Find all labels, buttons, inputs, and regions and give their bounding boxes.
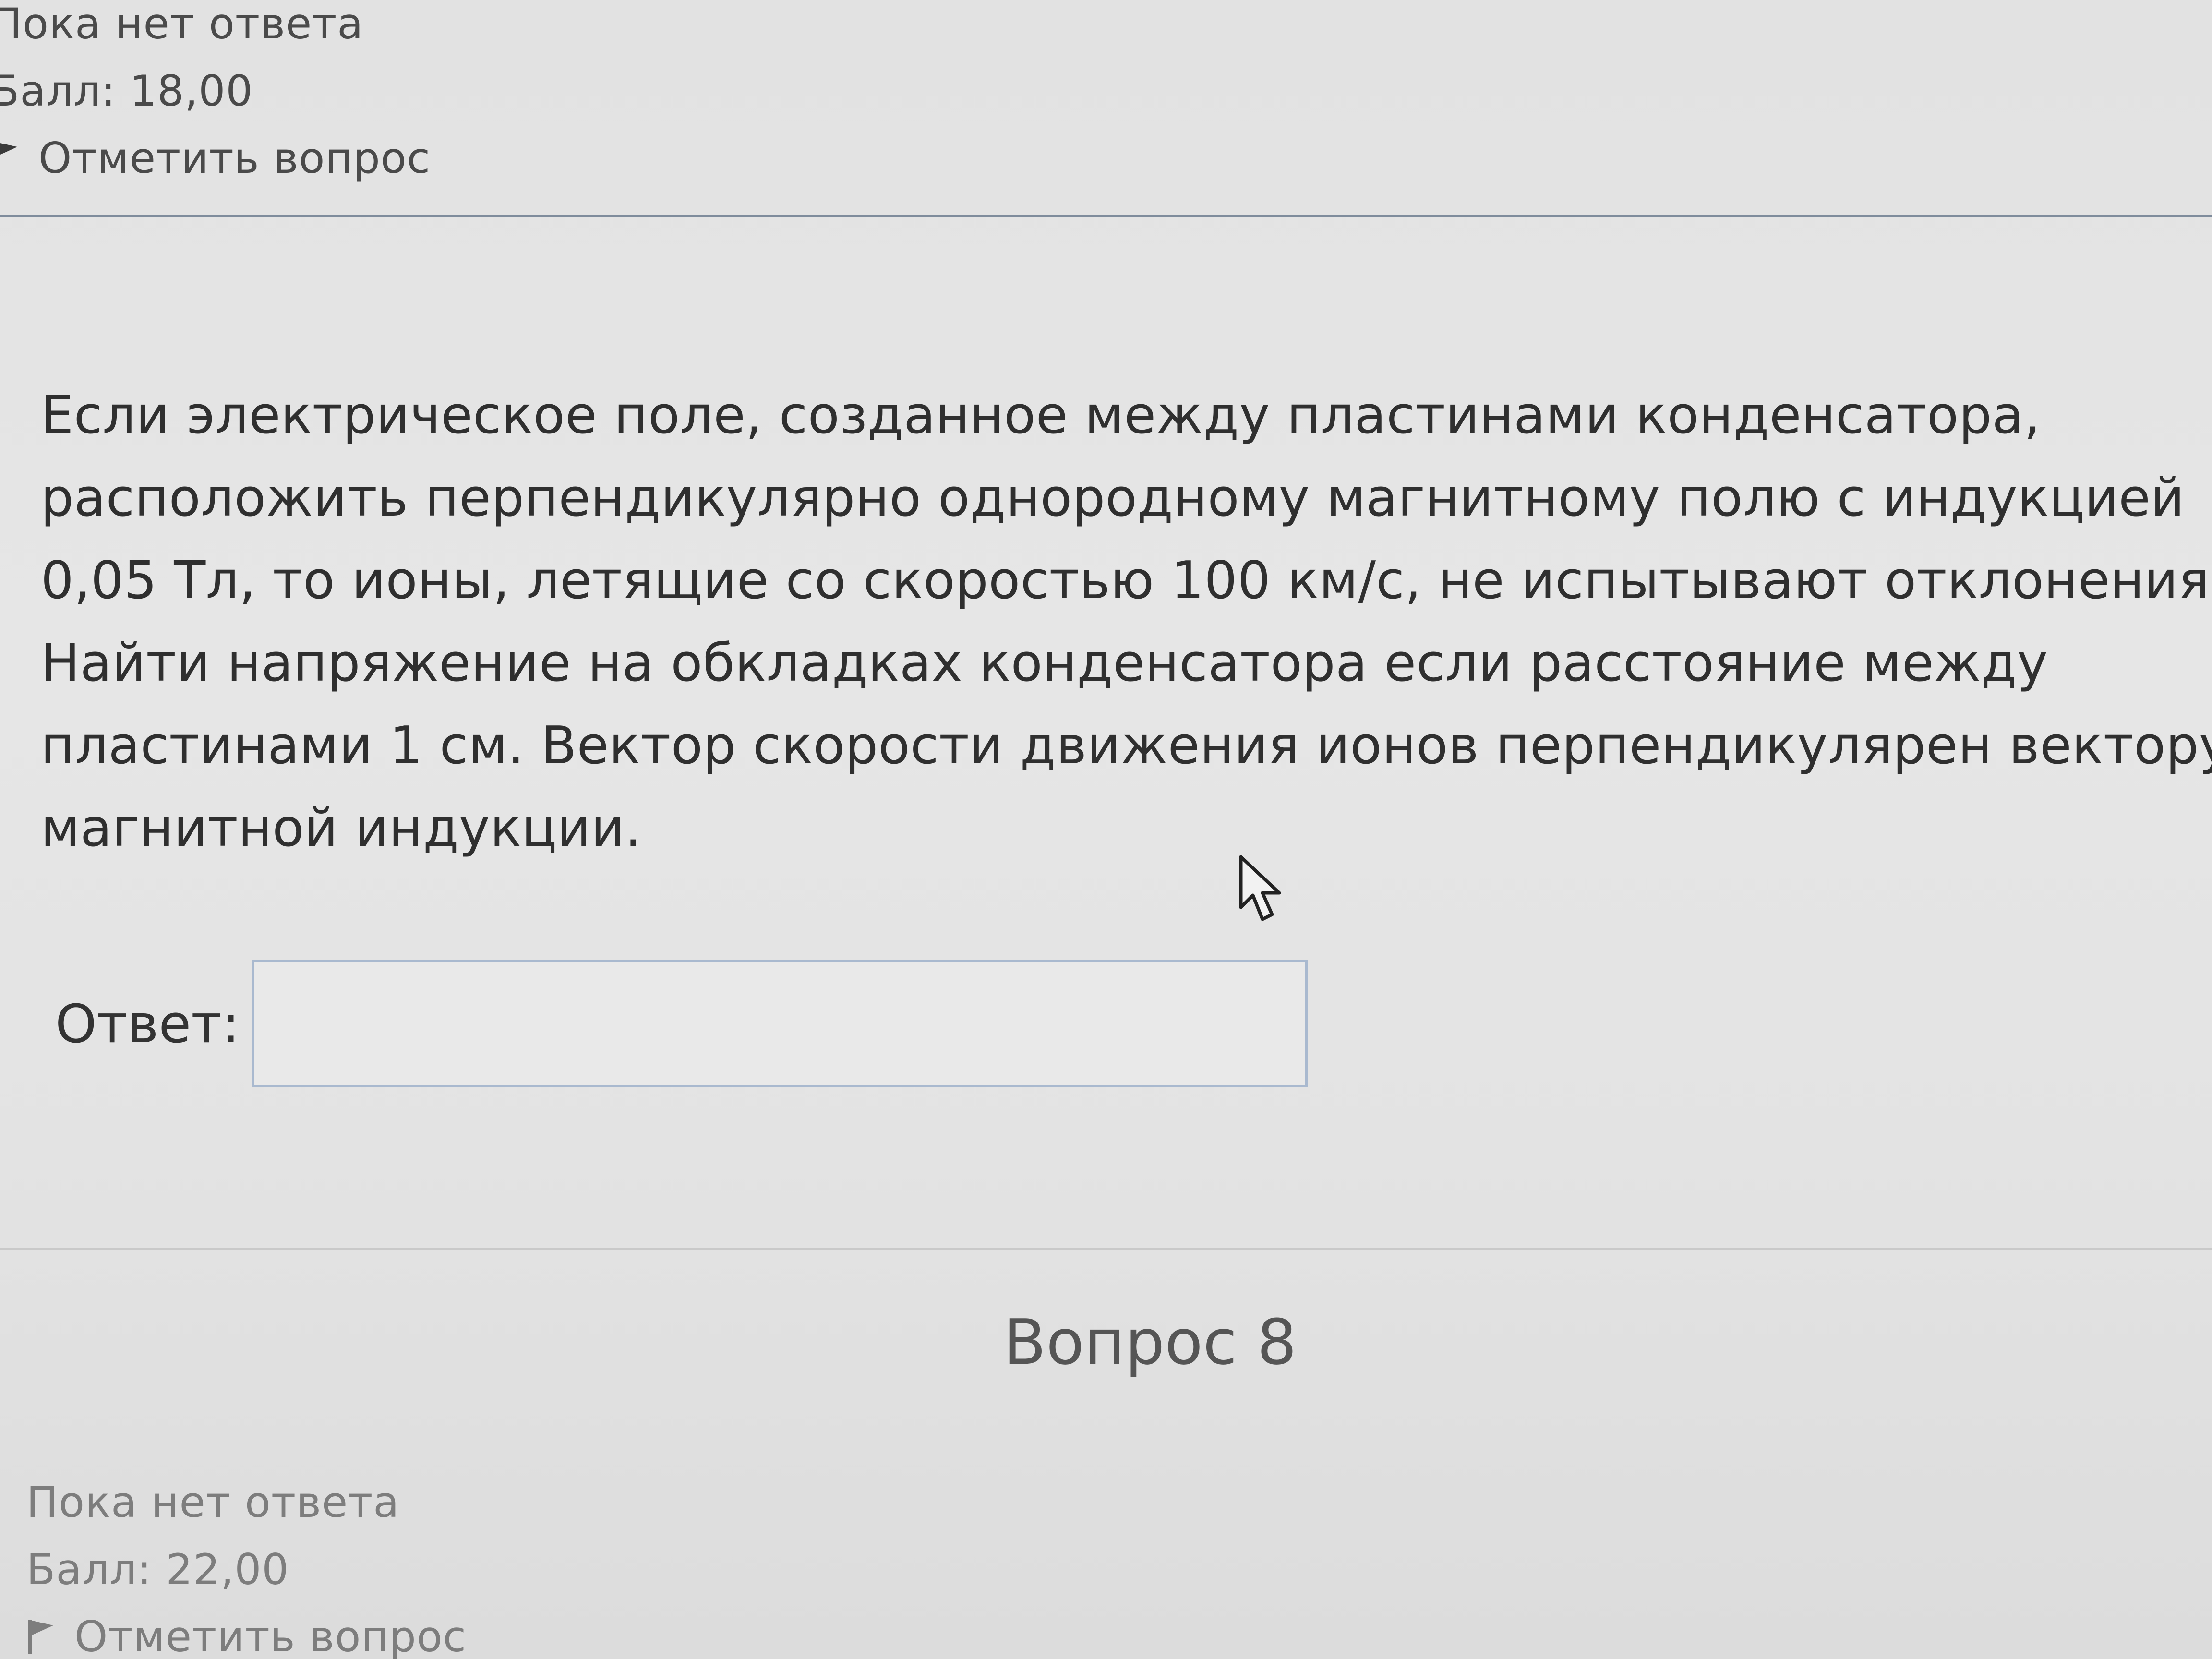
answer-label: Ответ: bbox=[55, 993, 240, 1055]
answer-status: Пока нет ответа bbox=[0, 0, 364, 48]
question-line: пластинами 1 см. Вектор скорости движени… bbox=[41, 716, 2212, 776]
question-line: магнитной индукции. bbox=[41, 798, 642, 858]
flag-icon bbox=[0, 139, 19, 178]
question-info-bottom: Пока нет ответа Балл: 22,00 Отметить воп… bbox=[26, 1469, 467, 1659]
question-info-top: Пока нет ответа Балл: 18,00 Отметить воп… bbox=[0, 0, 431, 192]
mouse-pointer-icon bbox=[1238, 854, 1291, 928]
flag-icon bbox=[26, 1618, 55, 1656]
question-line: Если электрическое поле, созданное между… bbox=[41, 385, 2041, 445]
question-line: Найти напряжение на обкладках конденсато… bbox=[41, 633, 2048, 693]
answer-row: Ответ: bbox=[55, 960, 1308, 1087]
question-score: Балл: 22,00 bbox=[26, 1545, 289, 1594]
question-score: Балл: 18,00 bbox=[0, 66, 253, 116]
flag-question-link[interactable]: Отметить вопрос bbox=[0, 125, 431, 192]
question-line: расположить перпендикулярно однородному … bbox=[41, 468, 2185, 528]
quiz-page: Пока нет ответа Балл: 18,00 Отметить воп… bbox=[0, 0, 2212, 1659]
header-divider bbox=[0, 215, 2212, 217]
flag-question-label: Отметить вопрос bbox=[74, 1612, 467, 1659]
flag-question-link[interactable]: Отметить вопрос bbox=[26, 1603, 467, 1659]
answer-input[interactable] bbox=[252, 960, 1308, 1087]
flag-question-label: Отметить вопрос bbox=[38, 133, 431, 183]
question-text: Если электрическое поле, созданное между… bbox=[41, 374, 2212, 870]
question-separator bbox=[0, 1248, 2212, 1250]
answer-status: Пока нет ответа bbox=[26, 1478, 400, 1527]
next-question-title: Вопрос 8 bbox=[1003, 1306, 1297, 1379]
question-line: 0,05 Тл, то ионы, летящие со скоростью 1… bbox=[41, 551, 2212, 611]
